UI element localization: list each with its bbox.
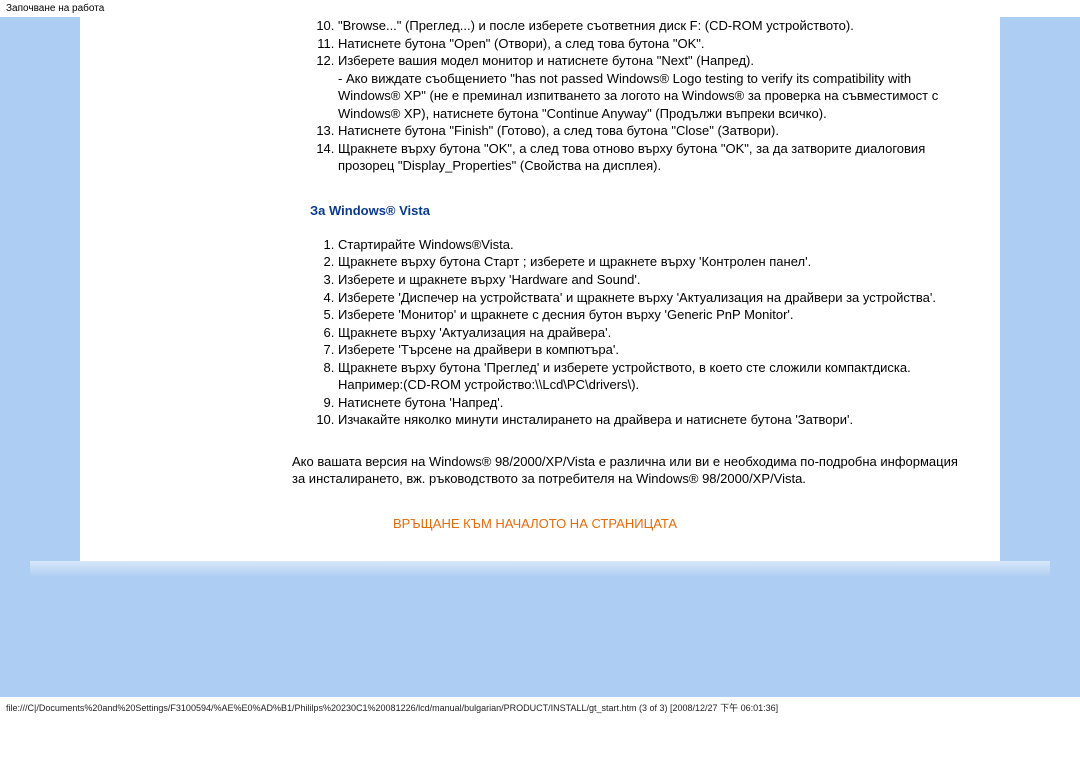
list-item: Щракнете върху бутона Старт ; изберете и… [338, 253, 960, 271]
window-title: Започване на работа [0, 0, 1080, 17]
list-item: Изберете 'Монитор' и щракнете с десния б… [338, 306, 960, 324]
file-path-status: file:///C|/Documents%20and%20Settings/F3… [0, 697, 1080, 718]
list-item: "Browse..." (Преглед...) и после изберет… [338, 17, 960, 35]
list-item: Изберете 'Диспечер на устройствата' и щр… [338, 289, 960, 307]
content-panel: "Browse..." (Преглед...) и после изберет… [80, 17, 1000, 561]
list-item: Натиснете бутона 'Напред'. [338, 394, 960, 412]
list-item: Изчакайте няколко минути инсталирането н… [338, 411, 960, 429]
list-item: Изберете вашия модел монитор и натиснете… [338, 52, 960, 122]
page-background: "Browse..." (Преглед...) и после изберет… [0, 17, 1080, 697]
list-item: Изберете 'Търсене на драйвери в компютър… [338, 341, 960, 359]
xp-steps-list: "Browse..." (Преглед...) и после изберет… [310, 17, 960, 175]
list-item: Стартирайте Windows®Vista. [338, 236, 960, 254]
version-note: Ако вашата версия на Windows® 98/2000/XP… [292, 453, 960, 488]
list-item: Щракнете върху бутона "OK", а след това … [338, 140, 960, 175]
list-item: Щракнете върху бутона 'Преглед' и избере… [338, 359, 960, 394]
list-item: Натиснете бутона "Open" (Отвори), а след… [338, 35, 960, 53]
vista-heading: За Windows® Vista [310, 203, 960, 218]
list-item: Натиснете бутона "Finish" (Готово), а сл… [338, 122, 960, 140]
back-to-top-link[interactable]: ВРЪЩАНЕ КЪМ НАЧАЛОТО НА СТРАНИЦАТА [110, 516, 960, 531]
list-item: Щракнете върху 'Актуализация на драйвера… [338, 324, 960, 342]
vista-steps-list: Стартирайте Windows®Vista.Щракнете върху… [310, 236, 960, 429]
list-item: Изберете и щракнете върху 'Hardware and … [338, 271, 960, 289]
footer-bar [30, 561, 1050, 577]
